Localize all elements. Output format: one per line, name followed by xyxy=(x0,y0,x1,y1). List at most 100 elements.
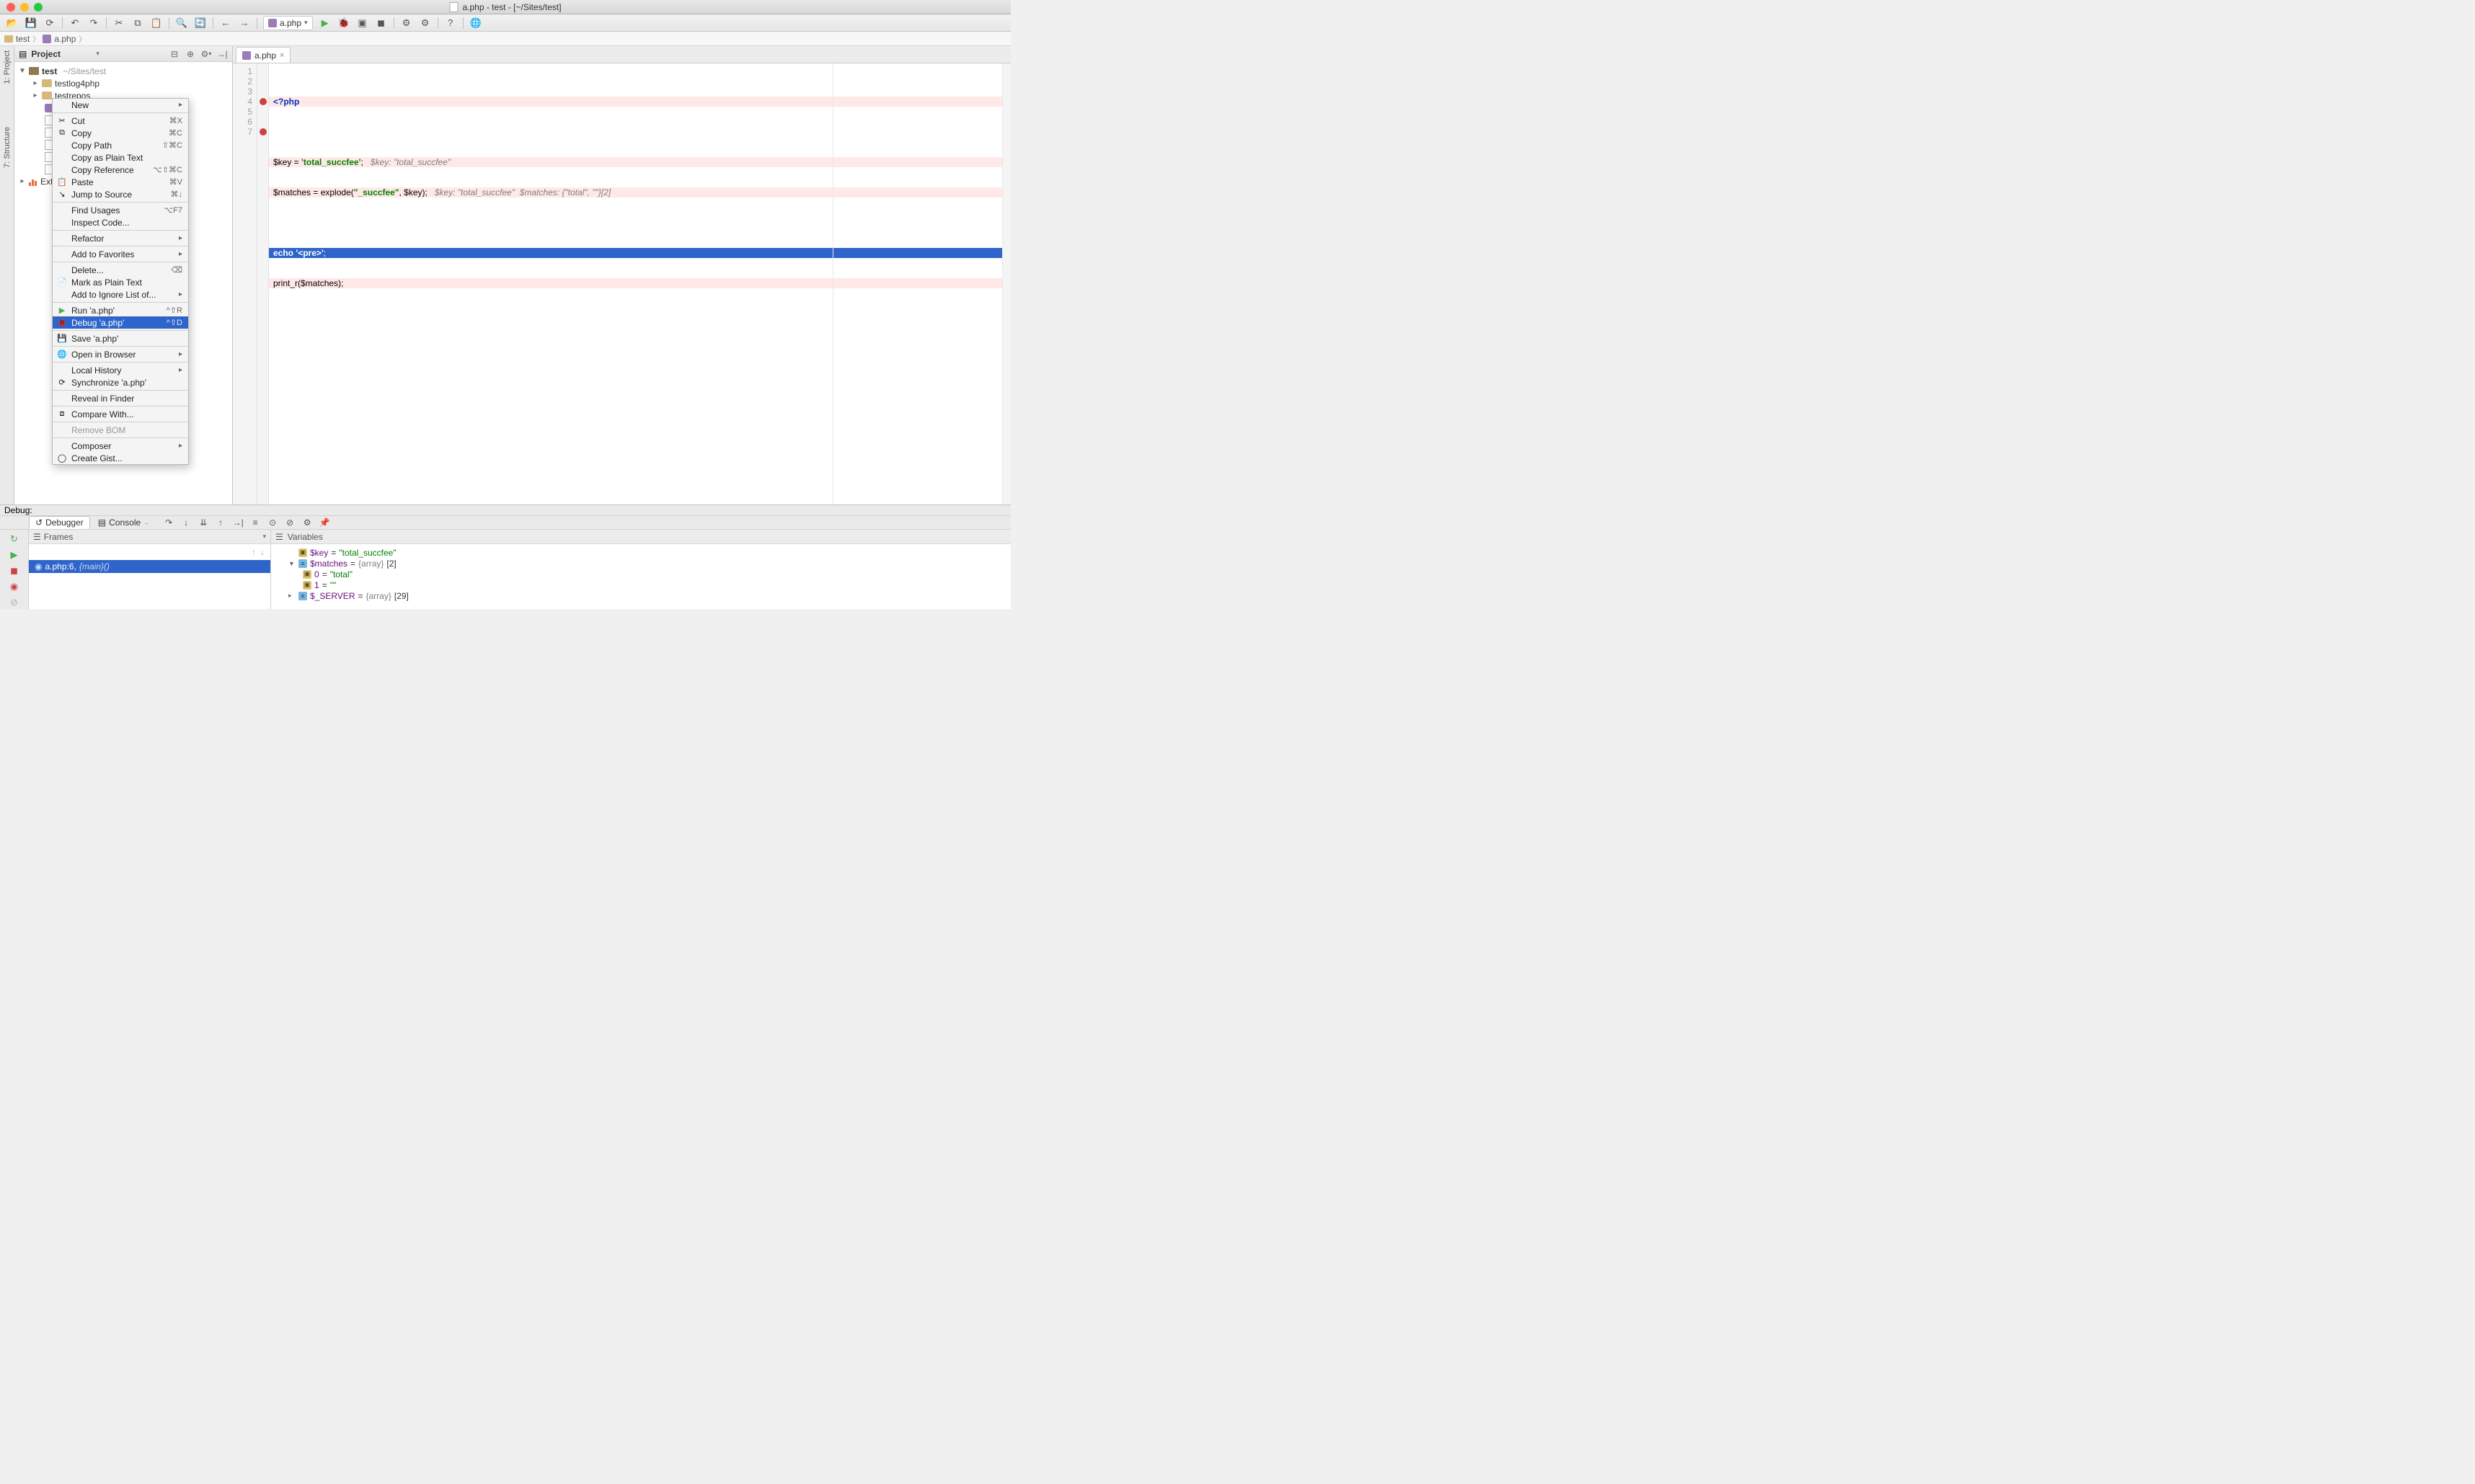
next-frame-button[interactable]: ↓ xyxy=(260,547,265,557)
variables-tree[interactable]: ▣ $key = "total_succfee" ▼ ≡ $matches = … xyxy=(271,544,1011,604)
menu-add-to-favorites[interactable]: Add to Favorites▸ xyxy=(53,248,188,260)
menu-compare-with[interactable]: ⧈Compare With... xyxy=(53,408,188,420)
variable-row[interactable]: ▸ ≡ $_SERVER = {array} [29] xyxy=(277,590,1005,601)
back-button[interactable]: ← xyxy=(219,17,232,30)
console-tab[interactable]: ▤ Console → xyxy=(92,516,156,529)
project-tool-button[interactable]: 1: Project xyxy=(3,50,12,84)
run-button[interactable]: ▶ xyxy=(319,17,332,30)
menu-local-history[interactable]: Local History▸ xyxy=(53,364,188,376)
resume-button[interactable]: ▶ xyxy=(8,548,21,561)
menu-mark-plain-text[interactable]: 📄Mark as Plain Text xyxy=(53,276,188,288)
toggle-breakpoint-button[interactable]: ⊙ xyxy=(267,517,278,528)
paste-button[interactable]: 📋 xyxy=(150,17,163,30)
view-mode-dropdown[interactable]: ▾ xyxy=(96,50,99,58)
thread-dropdown[interactable]: ▾ xyxy=(262,533,266,541)
forward-button[interactable]: → xyxy=(238,17,251,30)
run-configuration-dropdown[interactable]: a.php ▾ xyxy=(263,16,313,30)
menu-find-usages[interactable]: Find Usages⌥F7 xyxy=(53,204,188,216)
menu-reveal-in-finder[interactable]: Reveal in Finder xyxy=(53,392,188,404)
mute-breakpoints-button[interactable]: ⊘ xyxy=(284,517,296,528)
menu-refactor[interactable]: Refactor▸ xyxy=(53,232,188,244)
menu-copy-plain[interactable]: Copy as Plain Text xyxy=(53,151,188,164)
error-marker-icon[interactable] xyxy=(260,98,267,105)
menu-copy[interactable]: ⧉Copy⌘C xyxy=(53,127,188,139)
browser-button[interactable]: 🌐 xyxy=(469,17,482,30)
menu-run[interactable]: ▶Run 'a.php'^⇧R xyxy=(53,304,188,316)
open-file-button[interactable]: 📂 xyxy=(6,17,19,30)
collapse-all-button[interactable]: ⊟ xyxy=(169,48,180,60)
expand-arrow-icon[interactable]: ▸ xyxy=(19,177,26,185)
cut-button[interactable]: ✂ xyxy=(112,17,125,30)
expand-arrow-icon[interactable]: ▼ xyxy=(19,67,26,75)
expand-arrow-icon[interactable]: ▼ xyxy=(288,560,296,567)
settings-button[interactable]: ⚙▾ xyxy=(200,48,212,60)
sync-button[interactable]: ⟳ xyxy=(43,17,56,30)
coverage-button[interactable]: ▣ xyxy=(356,17,369,30)
close-tab-button[interactable]: × xyxy=(280,51,284,60)
save-all-button[interactable]: 💾 xyxy=(25,17,37,30)
expand-arrow-icon[interactable]: ▸ xyxy=(288,592,296,600)
prev-frame-button[interactable]: ↑ xyxy=(252,547,256,557)
error-marker-icon[interactable] xyxy=(260,128,267,135)
hide-button[interactable]: →| xyxy=(216,48,228,60)
menu-debug[interactable]: 🐞Debug 'a.php'^⇧D xyxy=(53,316,188,329)
menu-jump-to-source[interactable]: ↘Jump to Source⌘↓ xyxy=(53,188,188,200)
step-out-button[interactable]: ↑ xyxy=(215,517,226,528)
menu-composer[interactable]: Composer▸ xyxy=(53,440,188,452)
menu-cut[interactable]: ✂Cut⌘X xyxy=(53,115,188,127)
error-stripe[interactable] xyxy=(1002,63,1011,505)
debug-button[interactable]: 🐞 xyxy=(337,17,350,30)
copy-button[interactable]: ⧉ xyxy=(131,17,144,30)
expand-arrow-icon[interactable]: ▸ xyxy=(32,79,39,87)
tree-root[interactable]: ▼ test ~/Sites/test xyxy=(14,65,232,77)
menu-copy-reference[interactable]: Copy Reference⌥⇧⌘C xyxy=(53,164,188,176)
evaluate-expression-button[interactable]: ≡ xyxy=(249,517,261,528)
tools-button-1[interactable]: ⚙ xyxy=(400,17,413,30)
minimize-window-button[interactable] xyxy=(20,3,29,12)
step-into-button[interactable]: ↓ xyxy=(180,517,192,528)
force-step-into-button[interactable]: ⇊ xyxy=(198,517,209,528)
variable-row[interactable]: ▼ ≡ $matches = {array} [2] xyxy=(277,558,1005,569)
tools-button-2[interactable]: ⚙ xyxy=(419,17,432,30)
scroll-to-source-button[interactable]: ⊕ xyxy=(185,48,196,60)
settings-button[interactable]: ⚙ xyxy=(301,517,313,528)
menu-synchronize[interactable]: ⟳Synchronize 'a.php' xyxy=(53,376,188,388)
undo-button[interactable]: ↶ xyxy=(68,17,81,30)
stop-button[interactable]: ◼ xyxy=(375,17,388,30)
redo-button[interactable]: ↷ xyxy=(87,17,100,30)
expand-arrow-icon[interactable]: ▸ xyxy=(32,92,39,99)
code-editor[interactable]: 1234567 <?php $key = 'total_succfee'; $k… xyxy=(233,63,1011,505)
tree-folder[interactable]: ▸ testlog4php xyxy=(14,77,232,89)
mute-breakpoints-button[interactable]: ⊘ xyxy=(8,596,21,609)
variable-row[interactable]: ▣ 1 = "" xyxy=(277,579,1005,590)
menu-save[interactable]: 💾Save 'a.php' xyxy=(53,332,188,345)
menu-new[interactable]: New▸ xyxy=(53,99,188,111)
menu-add-ignore-list[interactable]: Add to Ignore List of...▸ xyxy=(53,288,188,301)
marker-gutter[interactable] xyxy=(257,63,269,505)
breadcrumb-file[interactable]: a.php xyxy=(54,34,76,44)
editor-tab-aphp[interactable]: a.php × xyxy=(236,47,291,63)
menu-paste[interactable]: 📋Paste⌘V xyxy=(53,176,188,188)
breadcrumb-root[interactable]: test xyxy=(16,34,30,44)
stack-frame[interactable]: ◉ a.php:6, {main}() xyxy=(29,560,270,573)
rerun-button[interactable]: ↻ xyxy=(8,533,21,546)
menu-inspect-code[interactable]: Inspect Code... xyxy=(53,216,188,228)
help-button[interactable]: ? xyxy=(444,17,457,30)
step-over-button[interactable]: ↷ xyxy=(163,517,174,528)
structure-tool-button[interactable]: 7: Structure xyxy=(3,127,12,168)
debugger-tab[interactable]: ↺ Debugger xyxy=(29,516,90,529)
run-to-cursor-button[interactable]: →| xyxy=(232,517,244,528)
view-breakpoints-button[interactable]: ◉ xyxy=(8,580,21,593)
replace-button[interactable]: 🔄 xyxy=(194,17,207,30)
zoom-window-button[interactable] xyxy=(34,3,43,12)
pin-tab-button[interactable]: 📌 xyxy=(319,517,330,528)
menu-create-gist[interactable]: ◯Create Gist... xyxy=(53,452,188,464)
menu-delete[interactable]: Delete...⌫ xyxy=(53,264,188,276)
stop-debug-button[interactable]: ◼ xyxy=(8,564,21,577)
menu-open-in-browser[interactable]: 🌐Open in Browser▸ xyxy=(53,348,188,360)
find-button[interactable]: 🔍 xyxy=(175,17,188,30)
variable-row[interactable]: ▣ $key = "total_succfee" xyxy=(277,547,1005,558)
close-window-button[interactable] xyxy=(6,3,15,12)
variable-row[interactable]: ▣ 0 = "total" xyxy=(277,569,1005,579)
menu-copy-path[interactable]: Copy Path⇧⌘C xyxy=(53,139,188,151)
